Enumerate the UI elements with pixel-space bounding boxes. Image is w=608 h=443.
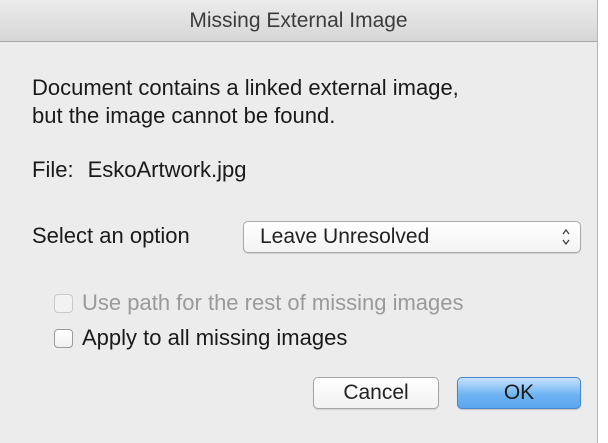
option-row: Select an option	[32, 218, 190, 254]
use-path-label: Use path for the rest of missing images	[82, 290, 464, 315]
option-select[interactable]: Leave Unresolved	[243, 221, 581, 253]
apply-all-option[interactable]: Apply to all missing images	[54, 325, 347, 351]
ok-button[interactable]: OK	[457, 377, 581, 409]
up-down-chevrons-icon	[562, 228, 570, 246]
dialog-window: Missing External Image Document contains…	[0, 0, 598, 443]
message-line-2: but the image cannot be found.	[32, 103, 336, 128]
cancel-button[interactable]: Cancel	[313, 377, 439, 409]
apply-all-checkbox[interactable]	[54, 328, 73, 348]
message-line-1: Document contains a linked external imag…	[32, 75, 459, 100]
file-info: File: EskoArtwork.jpg	[32, 156, 247, 184]
file-label: File:	[32, 157, 74, 182]
option-select-value: Leave Unresolved	[260, 225, 430, 248]
dialog-title: Missing External Image	[0, 0, 597, 42]
apply-all-label[interactable]: Apply to all missing images	[82, 325, 347, 351]
dialog-message: Document contains a linked external imag…	[32, 74, 572, 130]
option-label: Select an option	[32, 223, 190, 248]
use-path-option: Use path for the rest of missing images	[54, 290, 464, 316]
use-path-checkbox	[54, 293, 73, 313]
file-name: EskoArtwork.jpg	[87, 157, 247, 182]
